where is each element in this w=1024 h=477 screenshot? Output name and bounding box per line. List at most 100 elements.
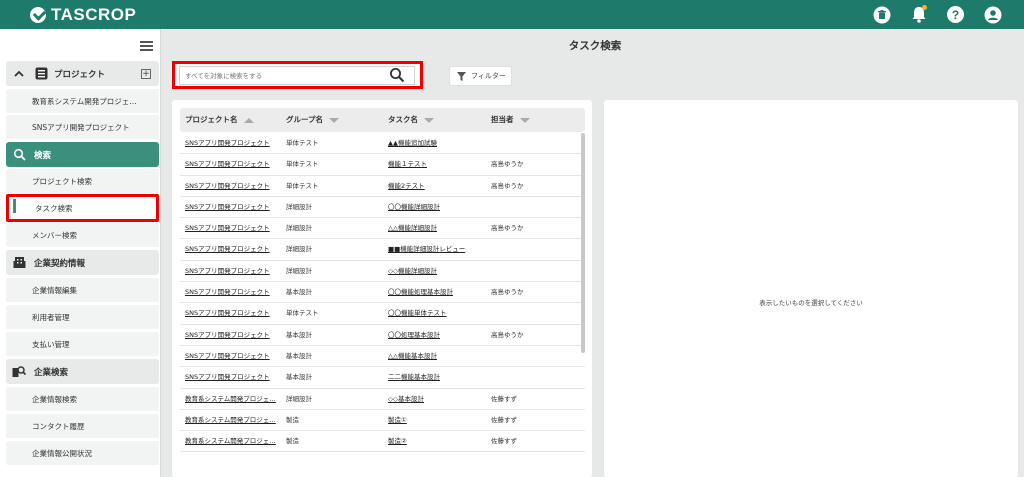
table-row[interactable]: SNSアプリ開発プロジェクト 基本設計 二二機能基本設計 bbox=[180, 367, 585, 389]
table-row[interactable]: SNSアプリ開発プロジェクト 単体テスト 機能１テスト 高島ゆうか bbox=[180, 154, 585, 176]
column-project[interactable]: プロジェクト名 bbox=[185, 108, 254, 132]
task-name-link[interactable]: 機能2テスト bbox=[388, 176, 488, 197]
project-name-link[interactable]: SNSアプリ開発プロジェクト bbox=[185, 176, 281, 197]
sidebar-section-project[interactable]: プロジェクト + bbox=[6, 61, 159, 86]
table-row[interactable]: SNSアプリ開発プロジェクト 基本設計 〇〇処理基本設計 高島ゆうか bbox=[180, 325, 585, 346]
sort-desc-icon[interactable] bbox=[424, 117, 434, 123]
logo[interactable]: TASCROP bbox=[30, 5, 136, 25]
table-row[interactable]: 教育系システム開発プロジェ… 詳細設計 ◇◇基本設計 佐藤すず bbox=[180, 389, 585, 410]
project-name-link[interactable]: SNSアプリ開発プロジェクト bbox=[185, 154, 281, 175]
sidebar-section-search[interactable]: 検索 bbox=[6, 142, 159, 167]
sidebar-item-member-search[interactable]: メンバー検索 bbox=[6, 223, 159, 247]
sidebar-item-payment[interactable]: 支払い管理 bbox=[6, 332, 159, 356]
table-row[interactable]: SNSアプリ開発プロジェクト 基本設計 △△機能基本設計 bbox=[180, 346, 585, 368]
group-name: 基本設計 bbox=[286, 330, 312, 339]
table-row[interactable]: SNSアプリ開発プロジェクト 詳細設計 ■■機能詳細設計レビュー bbox=[180, 239, 585, 261]
search-button-icon[interactable] bbox=[389, 67, 405, 83]
group-name: 基本設計 bbox=[286, 351, 312, 360]
sidebar-item-project-2[interactable]: SNSアプリ開発プロジェクト bbox=[6, 115, 159, 139]
task-name-link[interactable]: 製造① bbox=[388, 410, 488, 431]
sidebar-section-contract[interactable]: 企業契約情報 bbox=[6, 250, 159, 275]
group-name: 詳細設計 bbox=[286, 394, 312, 403]
group-name: 詳細設計 bbox=[286, 266, 312, 275]
task-name-link[interactable]: ◇◇機能詳細設計 bbox=[388, 261, 488, 282]
column-assignee[interactable]: 担当者 bbox=[491, 108, 530, 132]
project-name-link[interactable]: SNSアプリ開発プロジェクト bbox=[185, 325, 281, 346]
project-name-link[interactable]: SNSアプリ開発プロジェクト bbox=[185, 197, 281, 218]
add-project-icon[interactable]: + bbox=[141, 68, 151, 79]
column-task[interactable]: タスク名 bbox=[388, 108, 434, 132]
filter-button[interactable]: フィルター bbox=[449, 66, 512, 86]
sort-desc-icon[interactable] bbox=[329, 117, 340, 123]
task-name-link[interactable]: 〇〇機能処理基本設計 bbox=[388, 282, 488, 303]
task-name-link[interactable]: 〇〇機能詳細設計 bbox=[388, 197, 488, 218]
project-name-link[interactable]: SNSアプリ開発プロジェクト bbox=[185, 367, 281, 388]
bell-icon[interactable] bbox=[909, 5, 928, 24]
sidebar-section-label: プロジェクト bbox=[54, 69, 106, 80]
sidebar-item-task-search[interactable]: タスク検索 bbox=[6, 194, 159, 222]
task-name-link[interactable]: 製造② bbox=[388, 431, 488, 452]
assignee-name: 高島ゆうか bbox=[491, 288, 524, 297]
sidebar-item-project-search[interactable]: プロジェクト検索 bbox=[6, 169, 159, 193]
task-name-link[interactable]: ■■機能詳細設計レビュー bbox=[388, 239, 488, 260]
sidebar-item-company-edit[interactable]: 企業情報編集 bbox=[6, 278, 159, 302]
project-name-link[interactable]: SNSアプリ開発プロジェクト bbox=[185, 133, 281, 154]
search-icon bbox=[12, 148, 26, 162]
brand-name: TASCROP bbox=[51, 4, 137, 24]
project-name-link[interactable]: 教育系システム開発プロジェ… bbox=[185, 389, 281, 410]
sidebar-item-company-public-status[interactable]: 企業情報公開状況 bbox=[6, 441, 159, 465]
table-row[interactable]: 教育系システム開発プロジェ… 製造 製造① 佐藤すず bbox=[180, 410, 585, 432]
table-row[interactable]: SNSアプリ開発プロジェクト 詳細設計 △△機能詳細設計 高島ゆうか bbox=[180, 218, 585, 240]
table-row[interactable]: SNSアプリ開発プロジェクト 詳細設計 〇〇機能詳細設計 bbox=[180, 197, 585, 219]
task-name-link[interactable]: 機能１テスト bbox=[388, 154, 488, 175]
sidebar-item-user-management[interactable]: 利用者管理 bbox=[6, 305, 159, 329]
task-name-link[interactable]: △△機能詳細設計 bbox=[388, 218, 488, 239]
search-box bbox=[172, 61, 423, 89]
group-name: 単体テスト bbox=[286, 181, 319, 190]
sort-asc-icon[interactable] bbox=[243, 117, 254, 123]
task-name-link[interactable]: 〇〇処理基本設計 bbox=[388, 325, 488, 346]
help-icon[interactable]: ? bbox=[946, 5, 965, 24]
assignee-name: 佐藤すず bbox=[491, 415, 517, 424]
task-name-link[interactable]: ▲▲機能追加試験 bbox=[388, 133, 488, 154]
project-name-link[interactable]: SNSアプリ開発プロジェクト bbox=[185, 303, 281, 324]
table-row[interactable]: SNSアプリ開発プロジェクト 単体テスト 機能2テスト 高島ゆうか bbox=[180, 176, 585, 197]
project-name-link[interactable]: SNSアプリ開発プロジェクト bbox=[185, 282, 281, 303]
table-row[interactable]: SNSアプリ開発プロジェクト 詳細設計 ◇◇機能詳細設計 bbox=[180, 261, 585, 283]
sidebar-section-company-search[interactable]: 企業検索 bbox=[6, 359, 159, 384]
sidebar-item-project-1[interactable]: 教育系システム開発プロジェ… bbox=[6, 89, 159, 113]
project-name-link[interactable]: SNSアプリ開発プロジェクト bbox=[185, 239, 281, 260]
task-name-link[interactable]: 〇〇機能単体テスト bbox=[388, 303, 488, 324]
table-row[interactable]: SNSアプリ開発プロジェクト 基本設計 〇〇機能処理基本設計 高島ゆうか bbox=[180, 282, 585, 304]
task-name-link[interactable]: ◇◇基本設計 bbox=[388, 389, 488, 410]
sidebar-section-label: 検索 bbox=[34, 150, 52, 161]
trash-icon[interactable] bbox=[872, 5, 891, 24]
project-name-link[interactable]: SNSアプリ開発プロジェクト bbox=[185, 261, 281, 282]
project-name-link[interactable]: SNSアプリ開発プロジェクト bbox=[185, 346, 281, 367]
sort-desc-icon[interactable] bbox=[519, 117, 530, 123]
project-name-link[interactable]: SNSアプリ開発プロジェクト bbox=[185, 218, 281, 239]
menu-toggle-icon[interactable] bbox=[140, 41, 153, 51]
scrollbar[interactable] bbox=[581, 133, 585, 353]
task-list-panel: プロジェクト名 グループ名 タスク名 担当者 SNSアプリ開発プロジェクト 単体テ… bbox=[172, 100, 592, 477]
project-name-link[interactable]: 教育系システム開発プロジェ… bbox=[185, 410, 281, 431]
group-name: 基本設計 bbox=[286, 288, 312, 297]
sidebar-item-contact-history[interactable]: コンタクト履歴 bbox=[6, 414, 159, 438]
sidebar-item-company-info-search[interactable]: 企業情報検索 bbox=[6, 387, 159, 411]
group-name: 詳細設計 bbox=[286, 224, 312, 233]
table-row[interactable]: 教育系システム開発プロジェ… 製造 製造② 佐藤すず bbox=[180, 431, 585, 453]
sidebar-section-label: 企業契約情報 bbox=[34, 258, 86, 269]
chevron-up-icon[interactable] bbox=[12, 67, 26, 81]
column-group[interactable]: グループ名 bbox=[286, 108, 340, 132]
project-name-link[interactable]: 教育系システム開発プロジェ… bbox=[185, 431, 281, 452]
search-input[interactable] bbox=[179, 66, 415, 85]
table-row[interactable]: SNSアプリ開発プロジェクト 単体テスト ▲▲機能追加試験 bbox=[180, 133, 585, 155]
page-title: タスク検索 bbox=[568, 40, 622, 52]
table-row[interactable]: SNSアプリ開発プロジェクト 単体テスト 〇〇機能単体テスト bbox=[180, 303, 585, 325]
task-name-link[interactable]: △△機能基本設計 bbox=[388, 346, 488, 367]
assignee-name: 高島ゆうか bbox=[491, 330, 524, 339]
detail-panel: 表示したいものを選択してください bbox=[604, 100, 1018, 477]
user-icon[interactable] bbox=[983, 5, 1002, 24]
group-name: 製造 bbox=[286, 437, 299, 446]
task-name-link[interactable]: 二二機能基本設計 bbox=[388, 367, 488, 388]
